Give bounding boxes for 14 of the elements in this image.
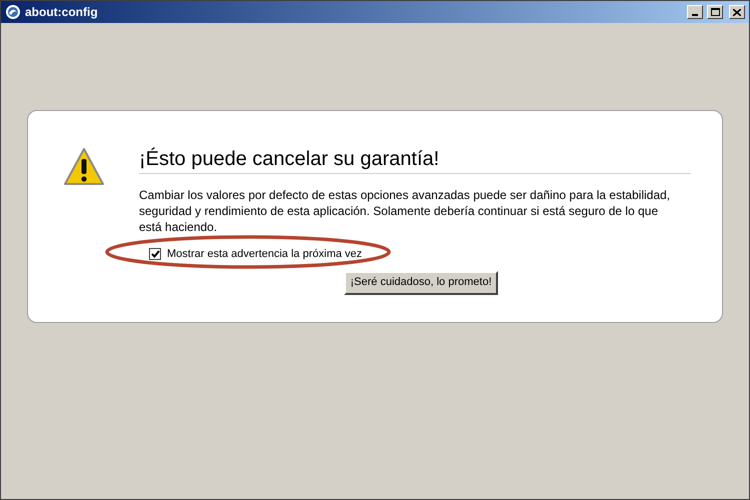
close-icon: [733, 8, 741, 16]
minimize-button[interactable]: [687, 5, 703, 19]
window-title: about:config: [25, 4, 98, 21]
warning-heading: ¡Ésto puede cancelar su garantía!: [139, 147, 691, 174]
app-icon: [5, 4, 21, 20]
confirm-button[interactable]: ¡Seré cuidadoso, lo prometo!: [344, 270, 498, 294]
show-warning-checkbox[interactable]: [149, 248, 161, 260]
maximize-icon: [710, 8, 720, 16]
warning-icon: [62, 147, 104, 187]
warning-message: Cambiar los valores por defecto de estas opciones avanzadas puede ser dañino para la estabilidad, seguridad y rendimiento de esta aplicación. Solamente debería continuar si está seguro de lo que está haciendo.: [139, 187, 671, 235]
maximize-button[interactable]: [707, 5, 723, 19]
checkbox-label: Mostrar esta advertencia la próxima vez: [167, 247, 362, 262]
minimize-icon: [692, 14, 698, 16]
close-button[interactable]: [729, 5, 745, 19]
